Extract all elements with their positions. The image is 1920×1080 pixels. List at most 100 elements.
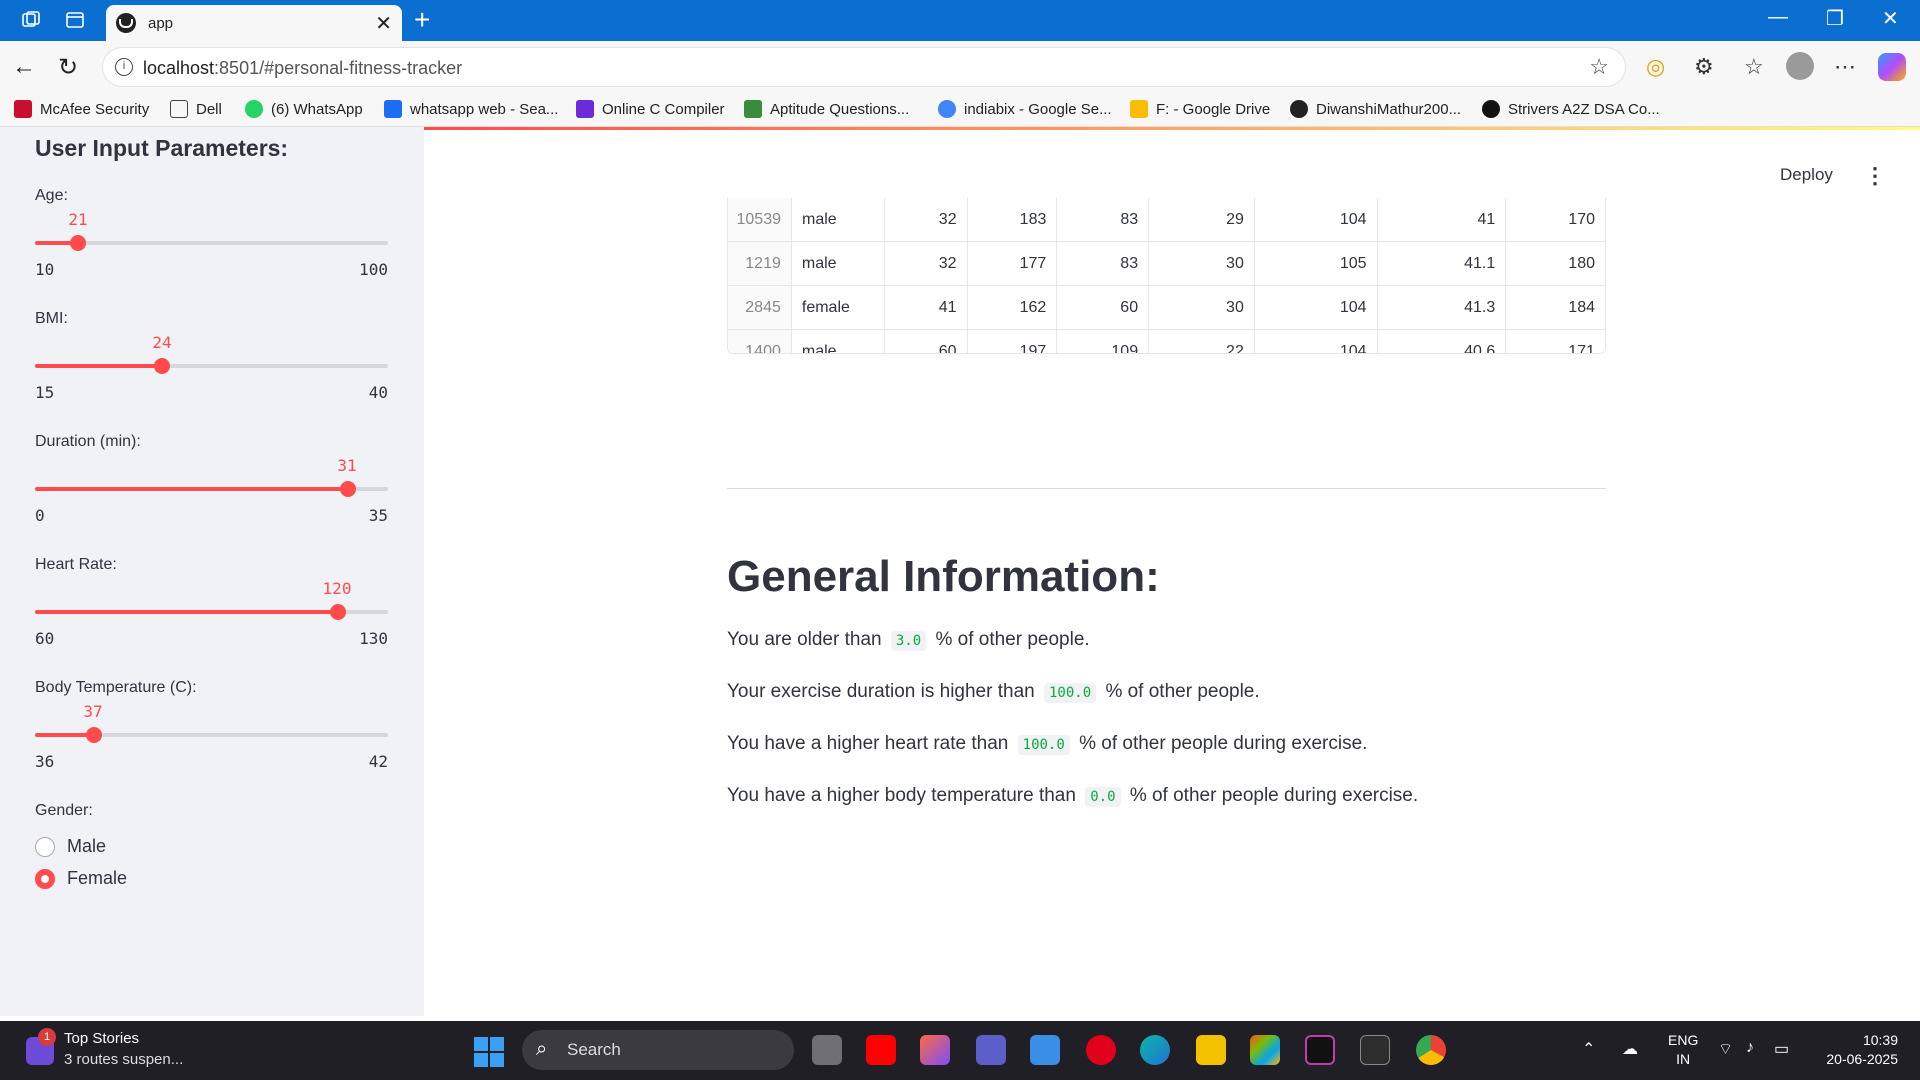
profile-avatar[interactable]: [1786, 52, 1814, 80]
table-cell: 30: [1149, 242, 1255, 285]
minimize-icon[interactable]: —: [1768, 6, 1788, 29]
bookmark-github[interactable]: DiwanshiMathur200...: [1290, 100, 1461, 118]
heart-rate-slider-fill: [35, 610, 338, 614]
radio-male-label: Male: [67, 836, 107, 856]
wifi-icon[interactable]: ⌔: [1718, 1039, 1733, 1059]
vertical-tabs-icon[interactable]: [62, 8, 88, 32]
edge-icon[interactable]: [1140, 1035, 1170, 1065]
bookmark-google-drive[interactable]: F: - Google Drive: [1130, 100, 1270, 118]
gender-option-female[interactable]: Female: [35, 868, 127, 889]
bookmark-mcafee[interactable]: McAfee Security: [14, 100, 149, 118]
age-max: 100: [359, 260, 388, 279]
table-cell: 40.6: [1378, 330, 1507, 353]
microsoft-store-icon[interactable]: [1250, 1035, 1280, 1065]
deploy-button[interactable]: Deploy: [1780, 165, 1833, 185]
bookmarks-bar: McAfee Security Dell (6) WhatsApp whatsa…: [0, 93, 1920, 127]
new-tab-icon[interactable]: +: [414, 4, 430, 36]
row-index-cell: 10539: [728, 198, 792, 241]
volume-icon[interactable]: ♪: [1746, 1039, 1754, 1057]
table-cell: 30: [1149, 286, 1255, 329]
terminal-icon[interactable]: [1360, 1035, 1390, 1065]
reload-icon[interactable]: ↻: [58, 53, 78, 82]
restore-icon[interactable]: ❐: [1826, 6, 1844, 31]
age-slider-thumb[interactable]: [70, 235, 87, 251]
body-temperature-value: 37: [83, 702, 103, 721]
extension-badge-icon[interactable]: ◎: [1646, 54, 1665, 80]
news-badge: 1: [38, 1028, 56, 1046]
back-arrow-icon[interactable]: ←: [12, 53, 36, 81]
bookmark-whatsapp-web[interactable]: whatsapp web - Sea...: [384, 100, 558, 118]
info-line-body-temperature: You have a higher body temperature than …: [727, 785, 1419, 807]
age-slider[interactable]: [35, 235, 388, 251]
age-min: 10: [35, 260, 55, 279]
body-temperature-min: 36: [35, 752, 55, 771]
windows-start-icon[interactable]: [474, 1037, 504, 1067]
address-bar[interactable]: i localhost:8501/#personal-fitness-track…: [102, 47, 1626, 87]
table-cell: male: [792, 242, 885, 285]
news-subtitle[interactable]: 3 routes suspen...: [64, 1051, 183, 1068]
bookmark-strivers[interactable]: Strivers A2Z DSA Co...: [1482, 100, 1660, 118]
radio-female-label: Female: [67, 868, 128, 888]
bookmark-aptitude[interactable]: Aptitude Questions...: [744, 100, 909, 118]
notepad-icon[interactable]: [1030, 1035, 1060, 1065]
mcafee-icon: [14, 100, 32, 118]
site-info-icon[interactable]: i: [115, 58, 133, 76]
bookmark-dell[interactable]: Dell: [170, 100, 222, 118]
table-cell: 104: [1255, 286, 1378, 329]
section-divider: [727, 488, 1606, 489]
extensions-puzzle-icon[interactable]: ⚙: [1694, 54, 1714, 80]
bmi-slider[interactable]: [35, 358, 388, 374]
bookmark-indiabix[interactable]: indiabix - Google Se...: [938, 100, 1112, 118]
age-value: 21: [68, 210, 88, 229]
system-clock[interactable]: 10:39 20-06-2025: [1818, 1031, 1898, 1069]
gender-option-male[interactable]: Male: [35, 836, 106, 857]
onedrive-icon[interactable]: ☁: [1622, 1039, 1638, 1059]
youtube-icon[interactable]: [866, 1035, 896, 1065]
taskbar-search[interactable]: ⌕ Search: [522, 1030, 794, 1070]
radio-male[interactable]: [35, 836, 55, 857]
teams-icon[interactable]: [976, 1035, 1006, 1065]
programiz-icon: [576, 100, 594, 118]
favorite-star-icon[interactable]: ☆: [1589, 54, 1609, 80]
intellij-icon[interactable]: [1305, 1035, 1335, 1065]
workspaces-icon[interactable]: [18, 8, 44, 32]
chrome-icon[interactable]: [1416, 1035, 1446, 1065]
close-window-icon[interactable]: ✕: [1882, 6, 1899, 31]
body-temperature-label: Body Temperature (C):: [35, 679, 197, 696]
more-options-icon[interactable]: ⋯: [1834, 54, 1856, 80]
bookmark-online-c-compiler[interactable]: Online C Compiler: [576, 100, 725, 118]
kebab-menu-icon[interactable]: ⋮: [1864, 163, 1886, 189]
copilot-icon[interactable]: [1878, 53, 1906, 81]
language-indicator[interactable]: ENG IN: [1668, 1031, 1698, 1069]
bing-icon: [384, 100, 402, 118]
bmi-max: 40: [368, 383, 388, 402]
table-cell: 197: [968, 330, 1058, 353]
favorites-icon[interactable]: ☆: [1744, 54, 1764, 80]
close-tab-icon[interactable]: ✕: [375, 11, 392, 36]
duration-slider-thumb[interactable]: [339, 481, 356, 497]
bmi-slider-thumb[interactable]: [154, 358, 171, 374]
battery-icon[interactable]: ▭: [1774, 1039, 1789, 1059]
file-explorer-icon[interactable]: [1196, 1035, 1226, 1065]
browser-tab-app[interactable]: app ✕: [106, 5, 402, 41]
main-content: Deploy ⋮ 10539 male 32 183 83 29 104 41 170 1219 m…: [424, 127, 1920, 1016]
browser-title-bar: app ✕ + — ❐ ✕: [0, 0, 1920, 41]
search-icon: ⌕: [536, 1038, 548, 1060]
heart-rate-slider-thumb[interactable]: [329, 604, 346, 620]
github-icon: [1290, 100, 1308, 118]
news-title[interactable]: Top Stories: [64, 1030, 139, 1047]
body-temperature-slider[interactable]: [35, 727, 388, 743]
bookmark-whatsapp[interactable]: (6) WhatsApp: [245, 100, 363, 118]
streamlit-favicon-icon: [116, 13, 136, 33]
show-hidden-icons-icon[interactable]: ⌃: [1582, 1039, 1595, 1059]
duration-slider[interactable]: [35, 481, 388, 497]
body-temperature-slider-thumb[interactable]: [85, 727, 102, 743]
table-cell: male: [792, 330, 885, 353]
opera-icon[interactable]: [1086, 1035, 1116, 1065]
microsoft-365-icon[interactable]: [920, 1035, 950, 1065]
heart-rate-slider[interactable]: [35, 604, 388, 620]
task-view-icon[interactable]: [812, 1035, 842, 1065]
radio-female[interactable]: [35, 868, 55, 889]
table-cell: 183: [968, 198, 1058, 241]
table-cell: 83: [1057, 198, 1150, 241]
